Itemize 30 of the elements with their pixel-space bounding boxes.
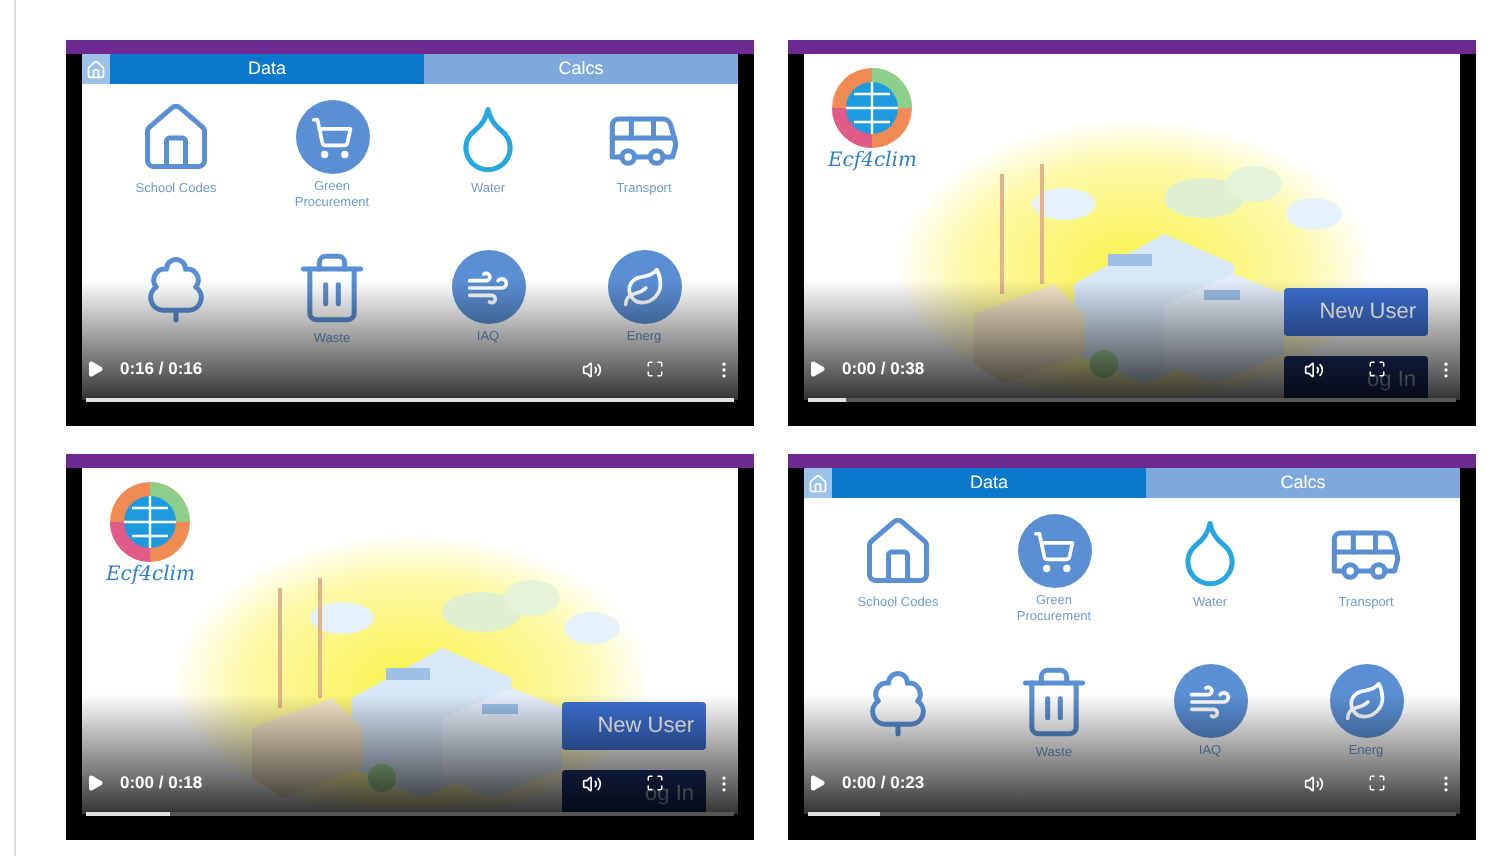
play-icon[interactable] <box>86 360 104 379</box>
volume-icon[interactable] <box>1304 773 1324 794</box>
logo-text: Ecf4clim <box>828 150 917 174</box>
new-user-button[interactable]: New User <box>562 702 706 750</box>
time-display: 0:00 / 0:18 <box>120 770 203 796</box>
globe-logo-icon <box>108 480 193 564</box>
tab[interactable]: Data <box>832 468 1146 498</box>
play-icon[interactable] <box>808 774 826 793</box>
logo-text: Ecf4clim <box>106 564 195 588</box>
cart-icon[interactable] <box>1017 514 1091 588</box>
play-icon[interactable] <box>86 774 104 793</box>
leaf-icon[interactable] <box>607 250 681 324</box>
new-user-button[interactable]: New User <box>1284 288 1428 336</box>
wind-icon[interactable] <box>1173 664 1247 738</box>
cart-icon[interactable] <box>295 100 369 174</box>
volume-icon[interactable] <box>582 773 602 794</box>
tab[interactable]: Calcs <box>1146 468 1460 498</box>
fullscreen-icon[interactable] <box>646 360 664 379</box>
time-display: 0:00 / 0:23 <box>842 770 925 796</box>
play-icon[interactable] <box>808 360 826 379</box>
wind-icon[interactable] <box>451 250 525 324</box>
tab[interactable]: Calcs <box>424 54 738 84</box>
volume-icon[interactable] <box>582 359 602 380</box>
time-display: 0:16 / 0:16 <box>120 356 203 382</box>
tab[interactable]: Data <box>110 54 424 84</box>
fullscreen-icon[interactable] <box>1368 774 1386 793</box>
time-display: 0:00 / 0:38 <box>842 356 925 382</box>
leaf-icon[interactable] <box>1329 664 1403 738</box>
globe-logo-icon <box>830 66 915 150</box>
volume-icon[interactable] <box>1304 359 1324 380</box>
